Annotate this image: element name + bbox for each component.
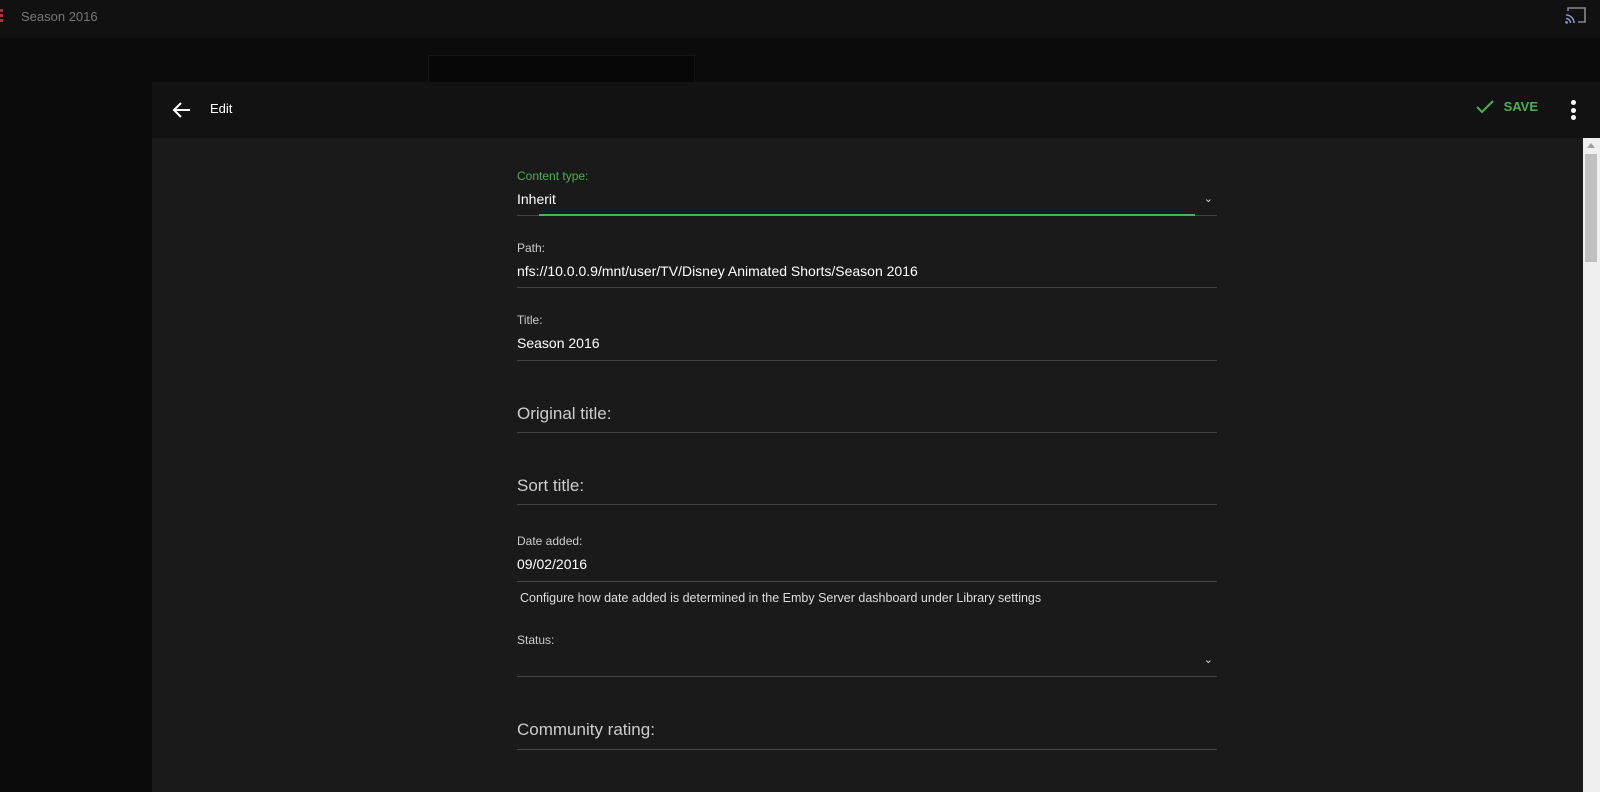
status-select[interactable]: Status: ⌄ [517,633,1217,677]
dialog-title: Edit [210,101,233,116]
menu-icon[interactable] [0,9,3,23]
scrollbar-thumb[interactable] [1585,154,1597,262]
original-title-field[interactable]: Original title: [517,404,1217,433]
page-title: Season 2016 [21,9,98,24]
title-label: Title: [517,313,543,327]
cast-icon[interactable] [1565,6,1587,24]
more-options-icon[interactable] [1570,100,1576,120]
top-bar: Season 2016 [0,0,1600,38]
date-added-value: 09/02/2016 [517,556,588,572]
save-button[interactable]: SAVE [1475,99,1538,114]
focus-underline [539,214,1195,216]
date-added-label: Date added: [517,534,583,548]
original-title-label: Original title: [517,404,612,423]
date-added-help: Configure how date added is determined i… [520,591,1042,605]
content-type-value: Inherit [517,191,556,207]
date-added-field[interactable]: Date added: 09/02/2016 [517,534,1217,582]
path-value: nfs://10.0.0.9/mnt/user/TV/Disney Animat… [517,263,918,279]
edit-dialog: Edit SAVE Content type: Inherit ⌄ Path: … [152,82,1600,792]
content-type-label: Content type: [517,169,589,183]
check-icon [1475,99,1494,113]
chevron-down-icon: ⌄ [1203,193,1213,205]
community-rating-label: Community rating: [517,720,655,739]
content-type-select[interactable]: Content type: Inherit ⌄ [517,169,1217,216]
background-poster [428,55,695,85]
status-label: Status: [517,633,555,647]
title-field[interactable]: Title: Season 2016 [517,313,1217,361]
community-rating-field[interactable]: Community rating: [517,720,1217,750]
title-value: Season 2016 [517,335,600,351]
path-label: Path: [517,241,546,255]
dialog-header: Edit SAVE [152,82,1600,138]
sort-title-field[interactable]: Sort title: [517,476,1217,505]
save-label: SAVE [1503,99,1538,114]
status-value [517,655,1217,673]
back-arrow-icon[interactable] [172,100,192,120]
sort-title-label: Sort title: [517,476,585,495]
scrollbar[interactable] [1583,138,1600,792]
scroll-up-icon[interactable] [1587,143,1595,148]
path-field[interactable]: Path: nfs://10.0.0.9/mnt/user/TV/Disney … [517,241,1217,288]
chevron-down-icon: ⌄ [1203,654,1213,666]
